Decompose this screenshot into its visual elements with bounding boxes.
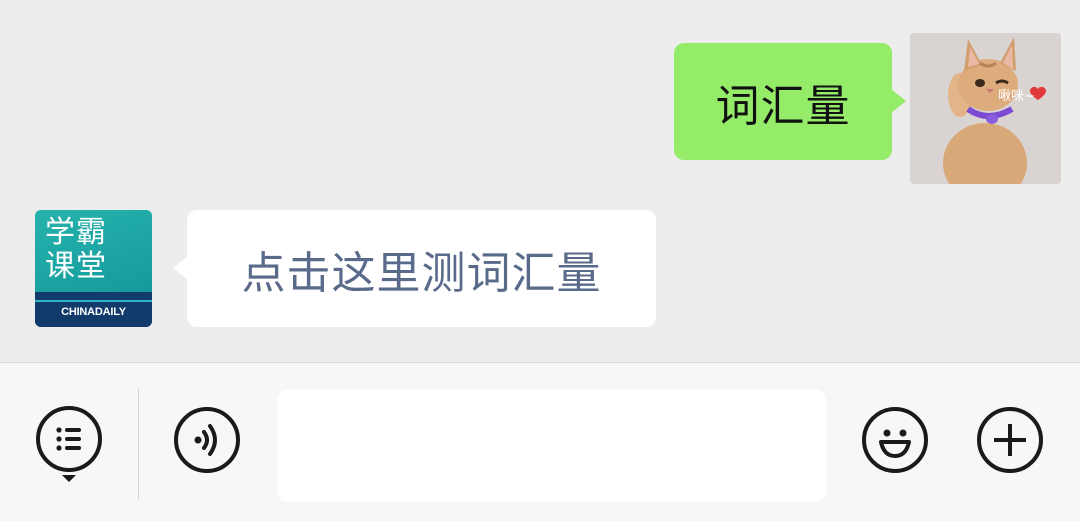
plus-icon xyxy=(994,424,1026,456)
chat-area: 词汇量 啾咪~ 学霸 课堂 CHINADAILY 点击这里测词汇量 xyxy=(0,0,1080,362)
message-input[interactable] xyxy=(277,390,826,502)
bot-avatar[interactable]: 学霸 课堂 CHINADAILY xyxy=(35,210,152,327)
input-bar xyxy=(0,362,1080,521)
avatar-logo-panel: 学霸 课堂 xyxy=(35,210,152,292)
avatar-brand-text: CHINADAILY xyxy=(61,306,126,318)
menu-button[interactable] xyxy=(36,406,102,472)
voice-button[interactable] xyxy=(174,407,240,473)
menu-caret-icon xyxy=(62,475,76,482)
avatar-brand-strip: CHINADAILY xyxy=(35,292,152,327)
emoji-icon xyxy=(879,429,911,458)
menu-icon xyxy=(56,427,81,451)
emoji-button[interactable] xyxy=(862,407,928,473)
kitten-avatar-image xyxy=(910,33,1061,184)
outgoing-message-bubble[interactable]: 词汇量 xyxy=(674,43,906,160)
sticker-caption: 啾咪~ xyxy=(998,89,1035,104)
more-button[interactable] xyxy=(977,407,1043,473)
outgoing-message-text: 词汇量 xyxy=(715,80,851,132)
avatar-logo-line1: 学霸 xyxy=(45,215,107,250)
incoming-message-text: 点击这里测词汇量 xyxy=(241,247,602,299)
input-divider xyxy=(138,388,139,500)
user-avatar[interactable]: 啾咪~ xyxy=(910,33,1061,184)
incoming-message-bubble[interactable]: 点击这里测词汇量 xyxy=(173,210,656,327)
avatar-logo-line2: 课堂 xyxy=(45,249,107,284)
voice-icon xyxy=(194,424,217,456)
